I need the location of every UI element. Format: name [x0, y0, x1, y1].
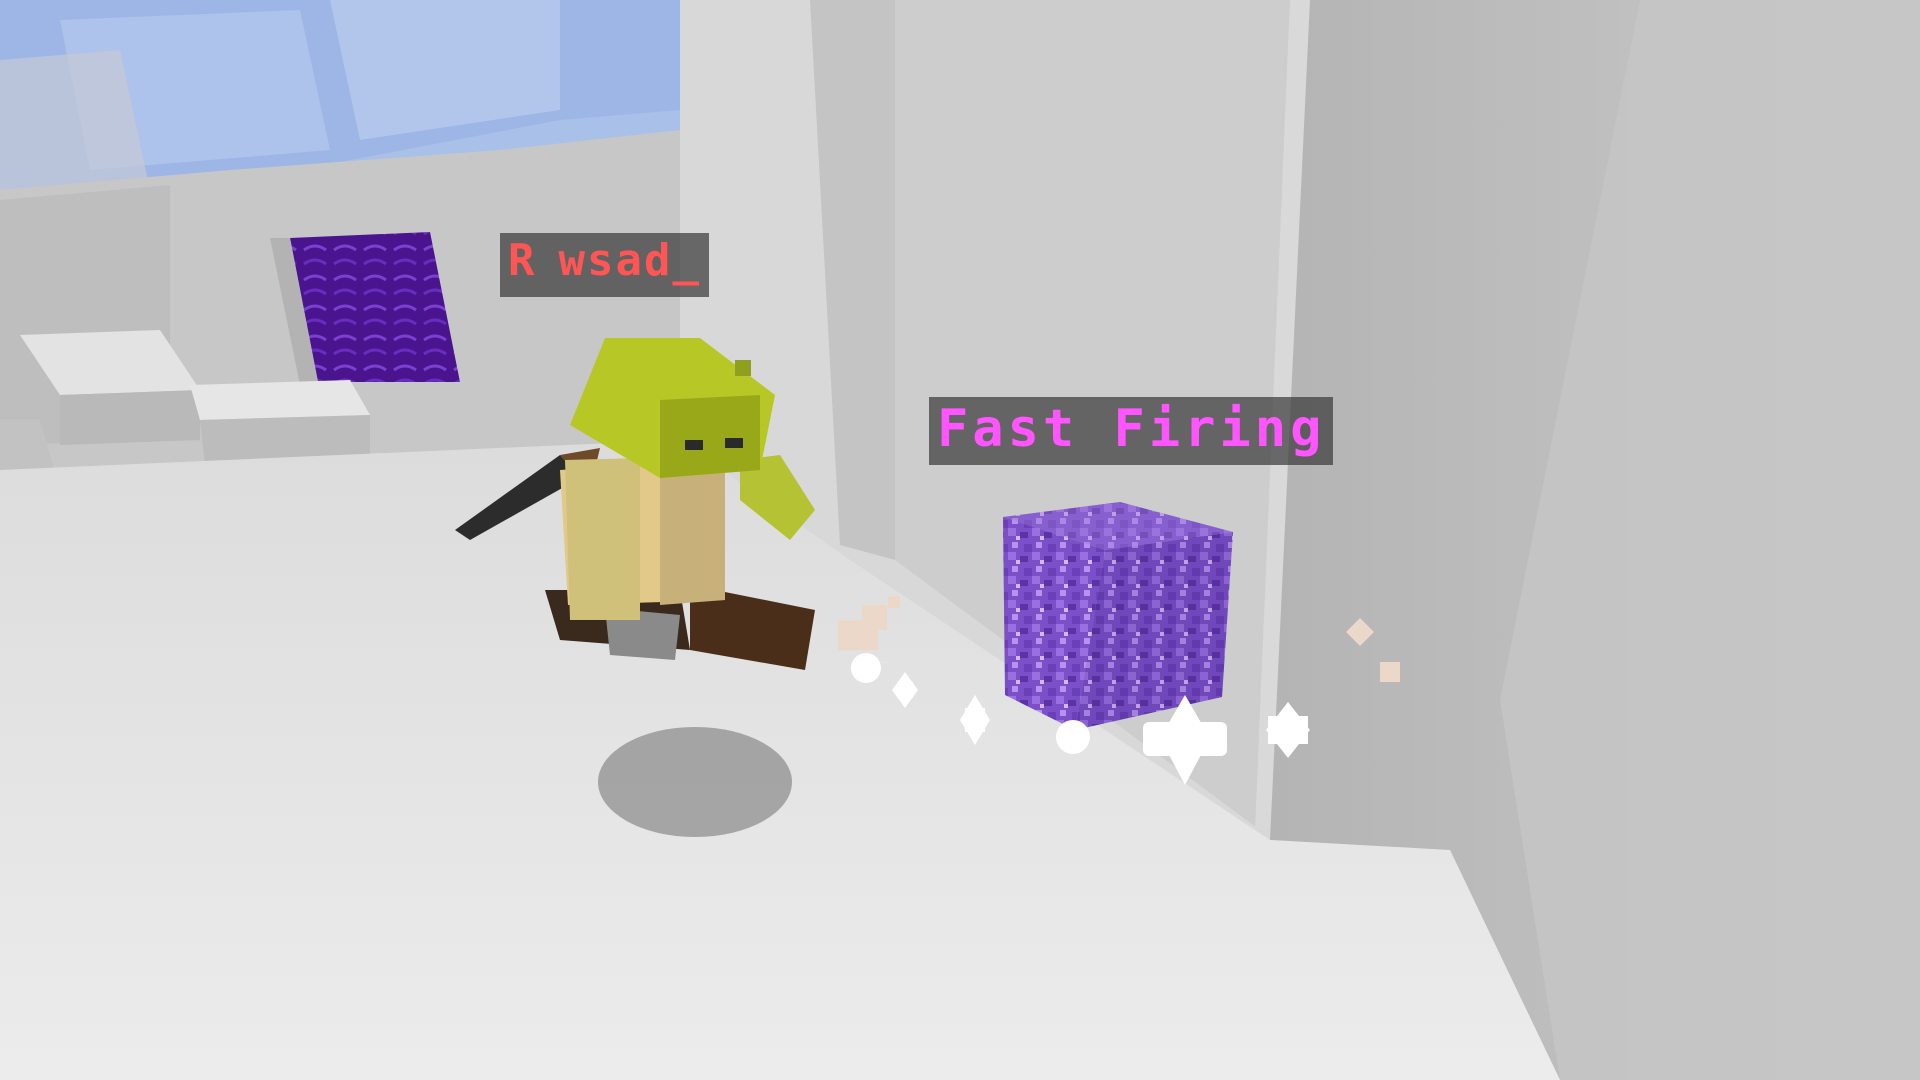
amethyst-block [1003, 502, 1233, 730]
powerup-label: Fast Firing [937, 399, 1326, 459]
player-username: wsad_ [558, 235, 701, 286]
nether-portal [290, 232, 460, 382]
player-rank-prefix: R [508, 235, 537, 286]
powerup-nametag: Fast Firing [929, 397, 1334, 465]
player-nametag: Rwsad_ [500, 233, 709, 297]
game-viewport[interactable]: Rwsad_ Fast Firing [0, 0, 1920, 1080]
world-render [0, 0, 1920, 1080]
player-shadow [598, 727, 792, 837]
